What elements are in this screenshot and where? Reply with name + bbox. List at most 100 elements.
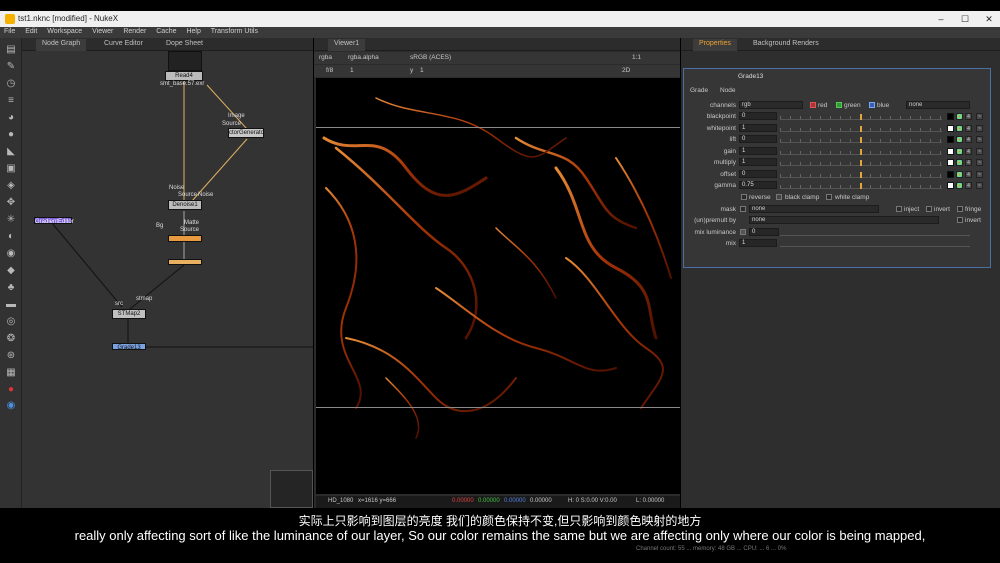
color-wheel-icon[interactable]: [956, 124, 963, 132]
knob-field-lift[interactable]: 0: [739, 135, 777, 143]
menu-file[interactable]: File: [0, 27, 19, 36]
split-channels-button[interactable]: 4: [965, 147, 972, 155]
menu-help[interactable]: Help: [182, 27, 204, 36]
split-channels-button[interactable]: 4: [965, 113, 972, 120]
menu-render[interactable]: Render: [119, 27, 150, 36]
keyer-node[interactable]: [168, 235, 202, 242]
tab-viewer1[interactable]: Viewer1: [328, 39, 366, 51]
grid-tool-icon[interactable]: ▦: [5, 367, 17, 378]
merge-tool-icon[interactable]: ▣: [5, 163, 17, 174]
draw-tool-icon[interactable]: ✎: [5, 61, 17, 72]
stmap-node[interactable]: STMap2: [112, 309, 146, 319]
menu-workspace[interactable]: Workspace: [43, 27, 86, 36]
knob-slider-gain[interactable]: [780, 147, 942, 155]
viewer-y-value[interactable]: 1: [420, 67, 424, 74]
inject-checkbox[interactable]: [896, 206, 902, 212]
channels-extra-dropdown[interactable]: none: [906, 101, 970, 109]
knob-slider-lift[interactable]: [780, 135, 942, 143]
mix-luminance-slider[interactable]: [780, 228, 970, 236]
animation-menu-icon[interactable]: ~: [976, 147, 983, 155]
fringe-checkbox[interactable]: [957, 206, 963, 212]
menu-viewer[interactable]: Viewer: [88, 27, 117, 36]
viewer-canvas[interactable]: [316, 78, 680, 494]
slider-handle[interactable]: [860, 148, 862, 155]
mix-field[interactable]: 1: [739, 239, 777, 247]
menu-edit[interactable]: Edit: [21, 27, 41, 36]
split-channels-button[interactable]: 4: [965, 182, 972, 189]
read-node[interactable]: Read4: [165, 71, 203, 81]
views-tool-icon[interactable]: ◉: [5, 248, 17, 259]
transform-tool-icon[interactable]: ✥: [5, 197, 17, 208]
maximize-button[interactable]: ☐: [958, 13, 972, 25]
knob-field-blackpoint[interactable]: 0: [739, 112, 777, 120]
knob-slider-offset[interactable]: [780, 170, 942, 178]
color-swatch-multiply[interactable]: [947, 159, 954, 166]
channels-dropdown[interactable]: rgb: [739, 101, 803, 109]
node-graph-minimap[interactable]: [270, 470, 313, 508]
mix-luminance-field[interactable]: 0: [749, 228, 779, 236]
color-swatch-offset[interactable]: [947, 170, 954, 178]
color-swatch-gamma[interactable]: [947, 182, 954, 189]
viewer-frame-value[interactable]: 1: [350, 67, 354, 74]
channel-tool-icon[interactable]: ≡: [5, 95, 17, 106]
tab-properties[interactable]: Properties: [693, 39, 737, 51]
filter-tool-icon[interactable]: ●: [5, 129, 17, 140]
knob-slider-whitepoint[interactable]: [780, 124, 942, 132]
minimize-button[interactable]: –: [934, 13, 948, 25]
slider-handle[interactable]: [860, 171, 862, 178]
knob-slider-multiply[interactable]: [780, 158, 942, 166]
time-tool-icon[interactable]: ◷: [5, 78, 17, 89]
knob-field-gamma[interactable]: 0.75: [739, 181, 777, 189]
color-wheel-icon[interactable]: [956, 182, 963, 189]
color-swatch-whitepoint[interactable]: [947, 124, 954, 132]
slider-handle[interactable]: [860, 160, 862, 166]
red-checkbox[interactable]: [810, 102, 816, 108]
viewer-frame[interactable]: f/8: [326, 67, 333, 74]
tab-dope-sheet[interactable]: Dope Sheet: [160, 39, 209, 51]
toolsets-tool-icon[interactable]: ▬: [5, 299, 17, 310]
gradient-editor-node[interactable]: GradientEditor: [34, 217, 74, 225]
node-name-field[interactable]: Grade13: [738, 73, 763, 80]
animation-menu-icon[interactable]: ~: [976, 113, 983, 120]
other-tool-icon[interactable]: ◎: [5, 316, 17, 327]
red-plugin-icon[interactable]: ●: [5, 384, 17, 395]
metadata-tool-icon[interactable]: ◆: [5, 265, 17, 276]
premult-dropdown[interactable]: none: [749, 216, 939, 224]
white-clamp-checkbox[interactable]: [826, 194, 832, 200]
reverse-checkbox[interactable]: [741, 194, 747, 200]
split-channels-button[interactable]: 4: [965, 136, 972, 143]
tab-curve-editor[interactable]: Curve Editor: [98, 39, 149, 51]
color-tool-icon[interactable]: ◕: [5, 112, 17, 123]
slider-handle[interactable]: [860, 114, 862, 120]
viewer-ratio[interactable]: 1:1: [632, 54, 641, 61]
color-swatch-gain[interactable]: [947, 147, 954, 155]
generator-node[interactable]: ctorGenerato: [228, 128, 264, 138]
3d-tool-icon[interactable]: ✳: [5, 214, 17, 225]
knob-slider-gamma[interactable]: [780, 181, 942, 189]
knob-field-whitepoint[interactable]: 1: [739, 123, 777, 132]
blue-checkbox[interactable]: [869, 102, 875, 108]
split-channels-button[interactable]: 4: [965, 159, 972, 166]
knob-field-offset[interactable]: 0: [739, 169, 777, 178]
menu-cache[interactable]: Cache: [152, 27, 180, 36]
close-button[interactable]: ✕: [982, 13, 996, 25]
menu-transform-utils[interactable]: Transform Utils: [207, 27, 262, 36]
premult-invert-checkbox[interactable]: [957, 217, 963, 223]
knob-field-gain[interactable]: 1: [739, 146, 777, 155]
furnace-tool-icon[interactable]: ❂: [5, 333, 17, 344]
deep-tool-icon[interactable]: ♣: [5, 282, 17, 293]
slider-handle[interactable]: [860, 125, 862, 132]
viewer-colorspace[interactable]: sRGB (ACES): [410, 54, 451, 61]
green-checkbox[interactable]: [836, 102, 842, 108]
color-wheel-icon[interactable]: [956, 147, 963, 155]
keyer-tool-icon[interactable]: ◣: [5, 146, 17, 157]
split-channels-button[interactable]: 4: [965, 124, 972, 132]
particles-tool-icon[interactable]: ◐: [5, 231, 17, 242]
ocula-tool-icon[interactable]: ⊛: [5, 350, 17, 361]
image-tool-icon[interactable]: ▤: [5, 44, 17, 55]
animation-menu-icon[interactable]: ~: [976, 136, 983, 143]
color-swatch-blackpoint[interactable]: [947, 113, 954, 120]
viewer-mode[interactable]: 2D: [622, 67, 630, 74]
knob-slider-blackpoint[interactable]: [780, 112, 942, 120]
color-wheel-icon[interactable]: [956, 170, 963, 178]
